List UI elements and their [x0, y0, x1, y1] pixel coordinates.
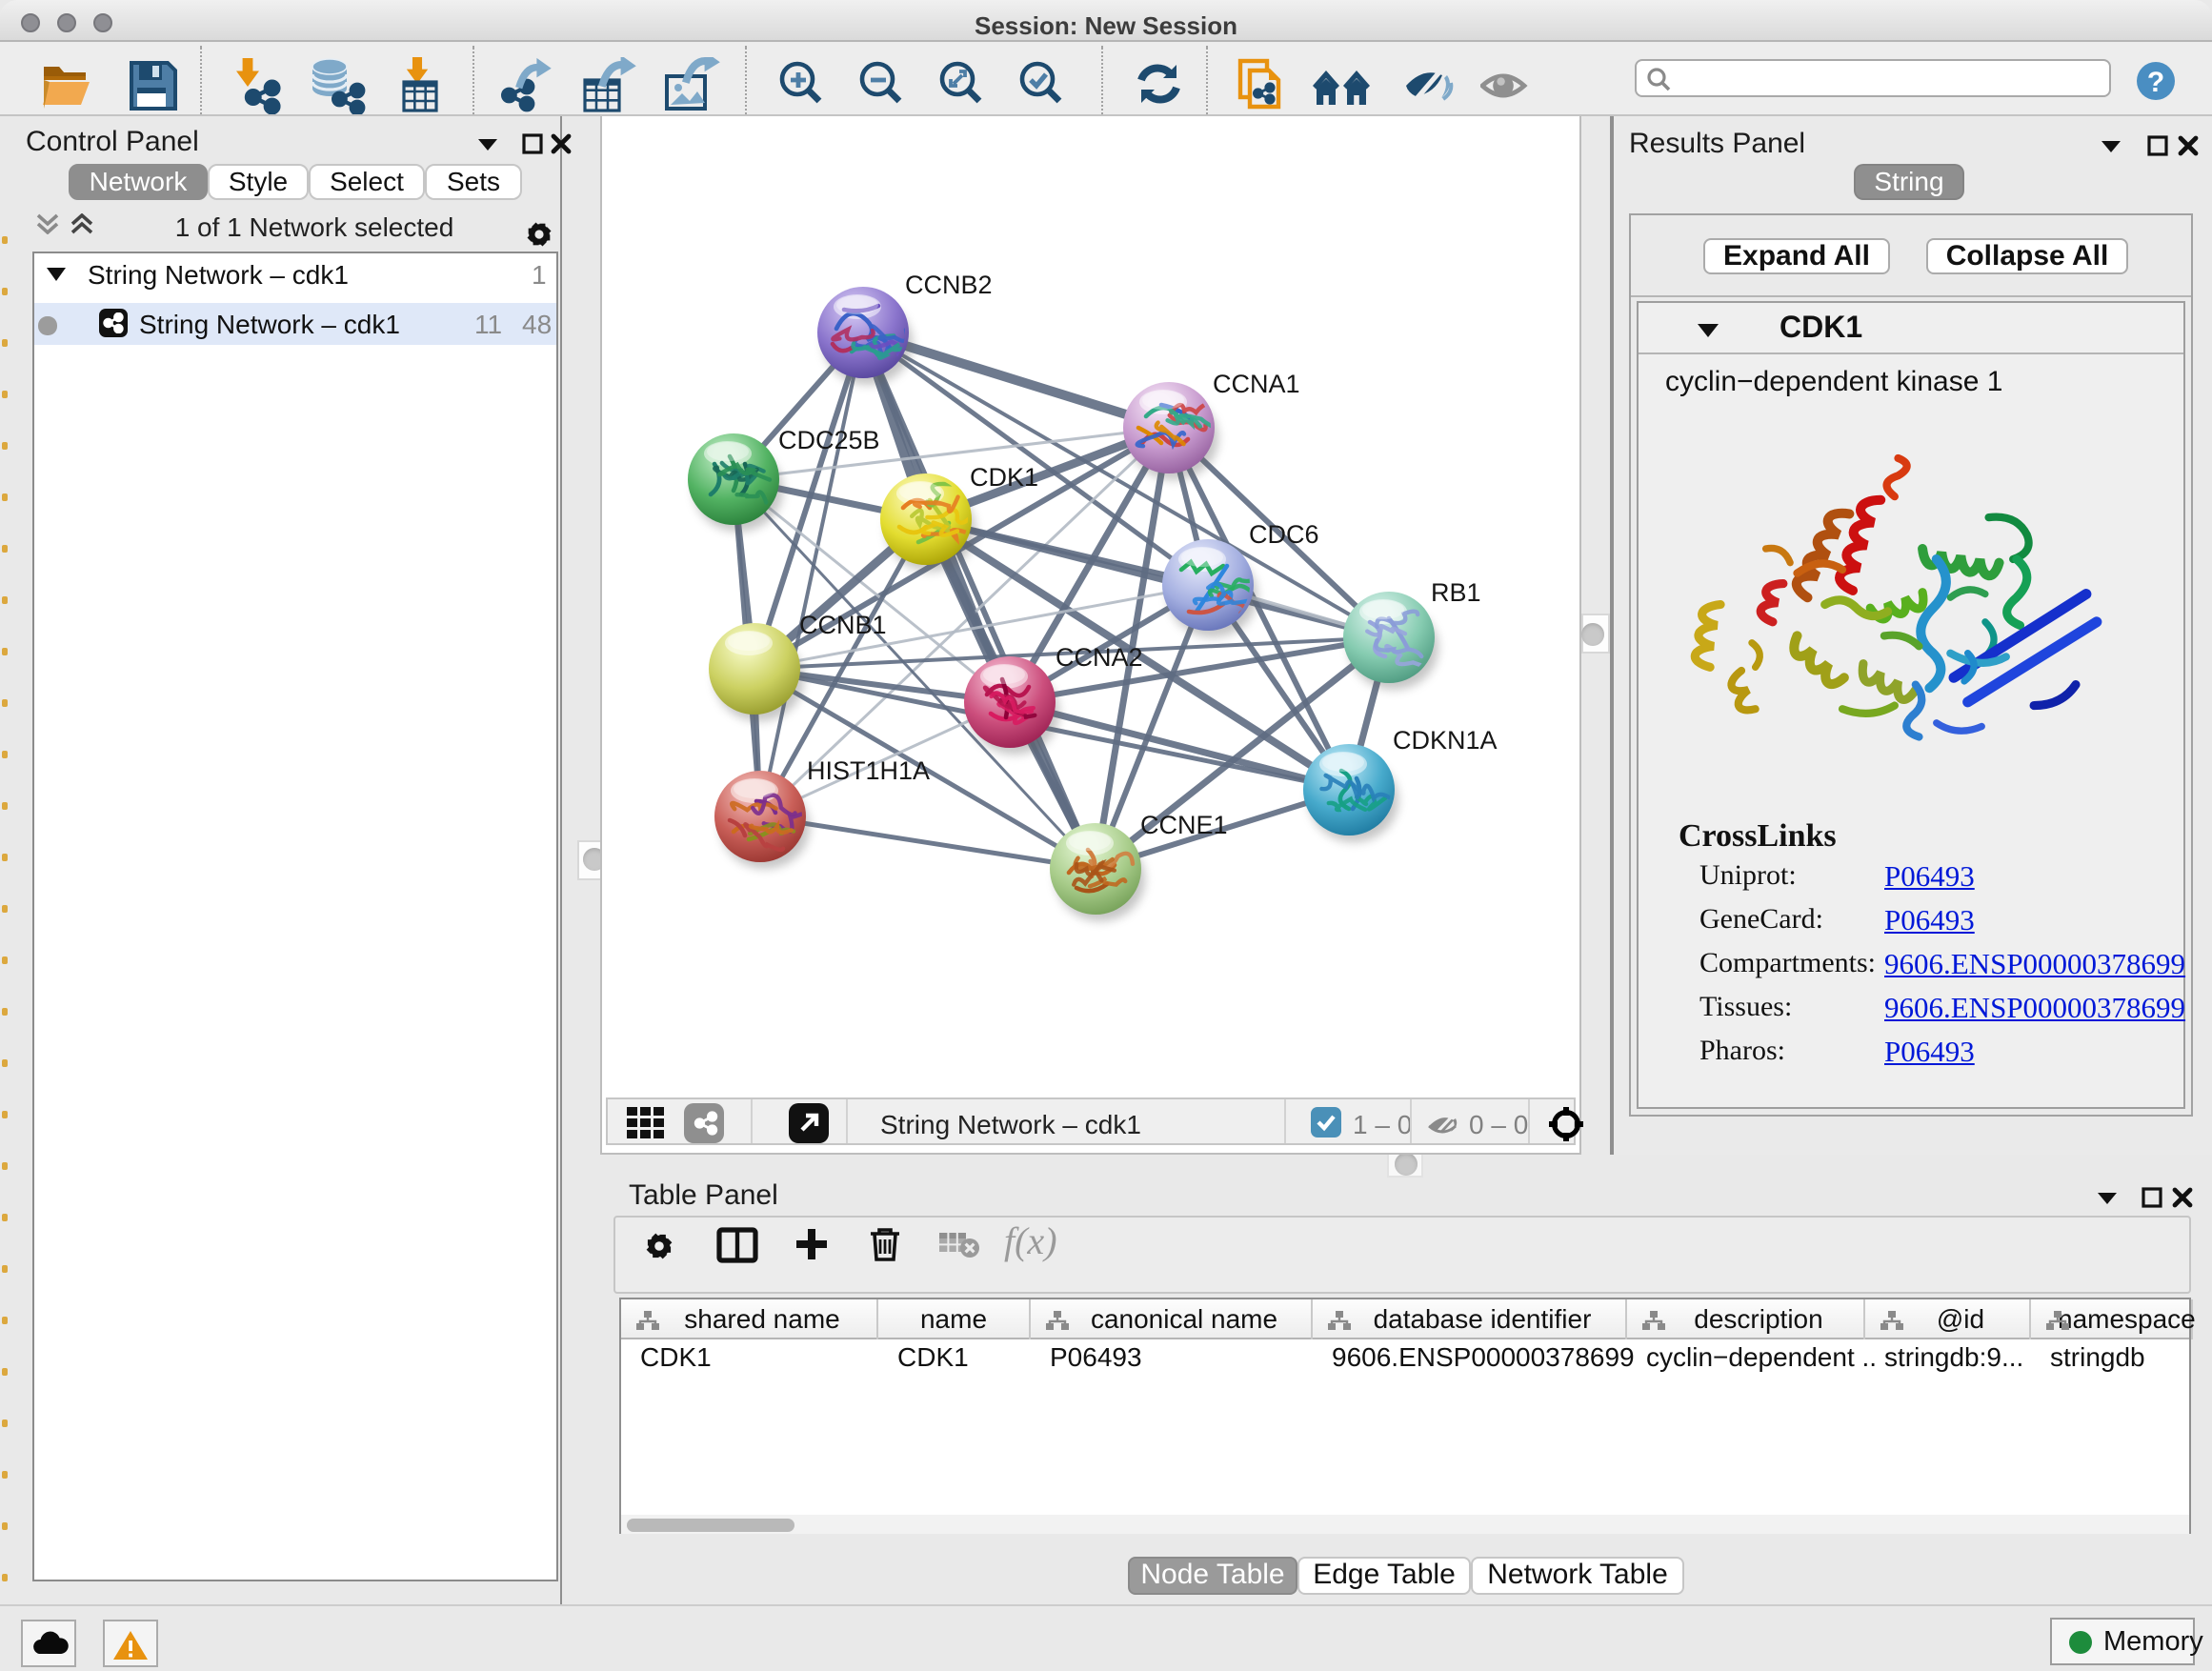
svg-text:CDKN1A: CDKN1A: [1393, 726, 1498, 755]
svg-text:RB1: RB1: [1431, 578, 1481, 607]
svg-text:CCNA2: CCNA2: [1056, 643, 1143, 672]
svg-text:CCNB2: CCNB2: [905, 271, 993, 299]
svg-text:CDC25B: CDC25B: [778, 426, 880, 454]
svg-text:CCNB1: CCNB1: [799, 611, 887, 639]
svg-text:CCNA1: CCNA1: [1213, 370, 1300, 398]
svg-text:?: ?: [2147, 67, 2164, 98]
svg-text:HIST1H1A: HIST1H1A: [807, 756, 930, 785]
svg-text:CCNE1: CCNE1: [1140, 811, 1228, 839]
svg-text:CDK1: CDK1: [970, 463, 1038, 492]
svg-text:CDC6: CDC6: [1249, 520, 1319, 549]
